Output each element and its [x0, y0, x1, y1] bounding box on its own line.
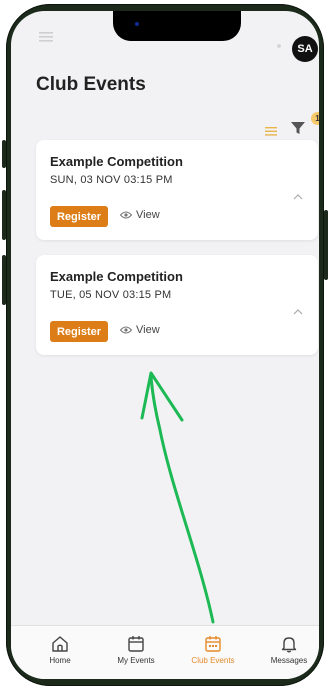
annotation-arrow [140, 371, 215, 624]
